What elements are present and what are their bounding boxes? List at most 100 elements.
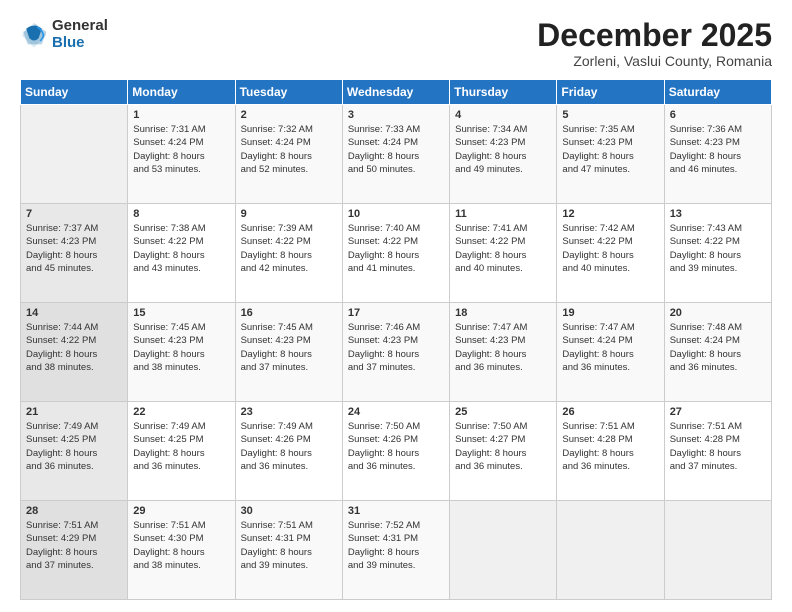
day-cell: 20 Sunrise: 7:48 AM Sunset: 4:24 PM Dayli… <box>664 303 771 402</box>
day-number: 7 <box>26 208 122 220</box>
day-cell <box>450 501 557 600</box>
day-number: 3 <box>348 109 444 121</box>
day-cell <box>21 105 128 204</box>
day-number: 28 <box>26 505 122 517</box>
calendar-table: SundayMondayTuesdayWednesdayThursdayFrid… <box>20 79 772 600</box>
day-info: Sunrise: 7:32 AM Sunset: 4:24 PM Dayligh… <box>241 123 337 176</box>
day-cell: 4 Sunrise: 7:34 AM Sunset: 4:23 PM Daylig… <box>450 105 557 204</box>
week-row-2: 7Sunrise: 7:37 AM Sunset: 4:23 PM Daylig… <box>21 204 772 303</box>
logo-text: General Blue <box>52 18 108 51</box>
day-header-saturday: Saturday <box>664 80 771 105</box>
day-cell: 12 Sunrise: 7:42 AM Sunset: 4:22 PM Dayli… <box>557 204 664 303</box>
day-number: 13 <box>670 208 766 220</box>
day-header-monday: Monday <box>128 80 235 105</box>
day-header-wednesday: Wednesday <box>342 80 449 105</box>
day-cell: 11 Sunrise: 7:41 AM Sunset: 4:22 PM Dayli… <box>450 204 557 303</box>
week-row-3: 14 Sunrise: 7:44 AM Sunset: 4:22 PM Dayli… <box>21 303 772 402</box>
day-cell: 28 Sunrise: 7:51 AM Sunset: 4:29 PM Dayli… <box>21 501 128 600</box>
day-cell: 19Sunrise: 7:47 AM Sunset: 4:24 PM Dayli… <box>557 303 664 402</box>
day-number: 31 <box>348 505 444 517</box>
day-info: Sunrise: 7:34 AM Sunset: 4:23 PM Dayligh… <box>455 123 551 176</box>
logo-icon <box>20 21 48 49</box>
day-number: 25 <box>455 406 551 418</box>
day-info: Sunrise: 7:41 AM Sunset: 4:22 PM Dayligh… <box>455 222 551 275</box>
day-info: Sunrise: 7:39 AM Sunset: 4:22 PM Dayligh… <box>241 222 337 275</box>
day-number: 17 <box>348 307 444 319</box>
day-info: Sunrise: 7:33 AM Sunset: 4:24 PM Dayligh… <box>348 123 444 176</box>
day-number: 12 <box>562 208 658 220</box>
week-row-1: 1 Sunrise: 7:31 AM Sunset: 4:24 PM Daylig… <box>21 105 772 204</box>
logo-blue-text: Blue <box>52 35 108 52</box>
day-info: Sunrise: 7:35 AM Sunset: 4:23 PM Dayligh… <box>562 123 658 176</box>
day-info: Sunrise: 7:43 AM Sunset: 4:22 PM Dayligh… <box>670 222 766 275</box>
week-row-5: 28 Sunrise: 7:51 AM Sunset: 4:29 PM Dayli… <box>21 501 772 600</box>
day-number: 30 <box>241 505 337 517</box>
day-number: 9 <box>241 208 337 220</box>
day-cell: 24 Sunrise: 7:50 AM Sunset: 4:26 PM Dayli… <box>342 402 449 501</box>
location: Zorleni, Vaslui County, Romania <box>537 53 772 69</box>
day-number: 15 <box>133 307 229 319</box>
day-cell: 16Sunrise: 7:45 AM Sunset: 4:23 PM Dayli… <box>235 303 342 402</box>
header: General Blue December 2025 Zorleni, Vasl… <box>20 18 772 69</box>
page: General Blue December 2025 Zorleni, Vasl… <box>0 0 792 612</box>
day-info: Sunrise: 7:50 AM Sunset: 4:26 PM Dayligh… <box>348 420 444 473</box>
day-number: 8 <box>133 208 229 220</box>
day-info: Sunrise: 7:47 AM Sunset: 4:23 PM Dayligh… <box>455 321 551 374</box>
day-header-thursday: Thursday <box>450 80 557 105</box>
day-cell: 18Sunrise: 7:47 AM Sunset: 4:23 PM Dayli… <box>450 303 557 402</box>
day-number: 23 <box>241 406 337 418</box>
day-info: Sunrise: 7:45 AM Sunset: 4:23 PM Dayligh… <box>133 321 229 374</box>
day-number: 20 <box>670 307 766 319</box>
day-cell: 2 Sunrise: 7:32 AM Sunset: 4:24 PM Daylig… <box>235 105 342 204</box>
week-row-4: 21Sunrise: 7:49 AM Sunset: 4:25 PM Dayli… <box>21 402 772 501</box>
day-info: Sunrise: 7:47 AM Sunset: 4:24 PM Dayligh… <box>562 321 658 374</box>
day-info: Sunrise: 7:51 AM Sunset: 4:30 PM Dayligh… <box>133 519 229 572</box>
day-number: 14 <box>26 307 122 319</box>
day-info: Sunrise: 7:31 AM Sunset: 4:24 PM Dayligh… <box>133 123 229 176</box>
day-cell: 31Sunrise: 7:52 AM Sunset: 4:31 PM Dayli… <box>342 501 449 600</box>
day-cell: 6 Sunrise: 7:36 AM Sunset: 4:23 PM Daylig… <box>664 105 771 204</box>
day-cell <box>557 501 664 600</box>
day-number: 16 <box>241 307 337 319</box>
day-info: Sunrise: 7:51 AM Sunset: 4:28 PM Dayligh… <box>562 420 658 473</box>
day-info: Sunrise: 7:48 AM Sunset: 4:24 PM Dayligh… <box>670 321 766 374</box>
day-cell: 9 Sunrise: 7:39 AM Sunset: 4:22 PM Daylig… <box>235 204 342 303</box>
day-cell: 1 Sunrise: 7:31 AM Sunset: 4:24 PM Daylig… <box>128 105 235 204</box>
day-cell: 13 Sunrise: 7:43 AM Sunset: 4:22 PM Dayli… <box>664 204 771 303</box>
day-number: 6 <box>670 109 766 121</box>
day-cell: 27 Sunrise: 7:51 AM Sunset: 4:28 PM Dayli… <box>664 402 771 501</box>
day-number: 27 <box>670 406 766 418</box>
day-number: 4 <box>455 109 551 121</box>
day-info: Sunrise: 7:44 AM Sunset: 4:22 PM Dayligh… <box>26 321 122 374</box>
day-info: Sunrise: 7:46 AM Sunset: 4:23 PM Dayligh… <box>348 321 444 374</box>
day-number: 2 <box>241 109 337 121</box>
day-cell: 17 Sunrise: 7:46 AM Sunset: 4:23 PM Dayli… <box>342 303 449 402</box>
day-cell: 25 Sunrise: 7:50 AM Sunset: 4:27 PM Dayli… <box>450 402 557 501</box>
day-info: Sunrise: 7:36 AM Sunset: 4:23 PM Dayligh… <box>670 123 766 176</box>
day-header-tuesday: Tuesday <box>235 80 342 105</box>
day-info: Sunrise: 7:51 AM Sunset: 4:28 PM Dayligh… <box>670 420 766 473</box>
month-title: December 2025 <box>537 18 772 53</box>
day-cell: 21Sunrise: 7:49 AM Sunset: 4:25 PM Dayli… <box>21 402 128 501</box>
day-cell: 30Sunrise: 7:51 AM Sunset: 4:31 PM Dayli… <box>235 501 342 600</box>
day-info: Sunrise: 7:50 AM Sunset: 4:27 PM Dayligh… <box>455 420 551 473</box>
day-number: 29 <box>133 505 229 517</box>
day-header-sunday: Sunday <box>21 80 128 105</box>
day-info: Sunrise: 7:51 AM Sunset: 4:29 PM Dayligh… <box>26 519 122 572</box>
day-cell <box>664 501 771 600</box>
day-info: Sunrise: 7:49 AM Sunset: 4:25 PM Dayligh… <box>26 420 122 473</box>
logo-general-text: General <box>52 18 108 35</box>
day-header-friday: Friday <box>557 80 664 105</box>
day-cell: 22Sunrise: 7:49 AM Sunset: 4:25 PM Dayli… <box>128 402 235 501</box>
day-info: Sunrise: 7:42 AM Sunset: 4:22 PM Dayligh… <box>562 222 658 275</box>
day-number: 24 <box>348 406 444 418</box>
day-number: 11 <box>455 208 551 220</box>
day-cell: 5 Sunrise: 7:35 AM Sunset: 4:23 PM Daylig… <box>557 105 664 204</box>
day-number: 1 <box>133 109 229 121</box>
day-cell: 8Sunrise: 7:38 AM Sunset: 4:22 PM Daylig… <box>128 204 235 303</box>
day-cell: 29 Sunrise: 7:51 AM Sunset: 4:30 PM Dayli… <box>128 501 235 600</box>
day-info: Sunrise: 7:49 AM Sunset: 4:26 PM Dayligh… <box>241 420 337 473</box>
day-number: 22 <box>133 406 229 418</box>
day-cell: 15 Sunrise: 7:45 AM Sunset: 4:23 PM Dayli… <box>128 303 235 402</box>
day-number: 5 <box>562 109 658 121</box>
